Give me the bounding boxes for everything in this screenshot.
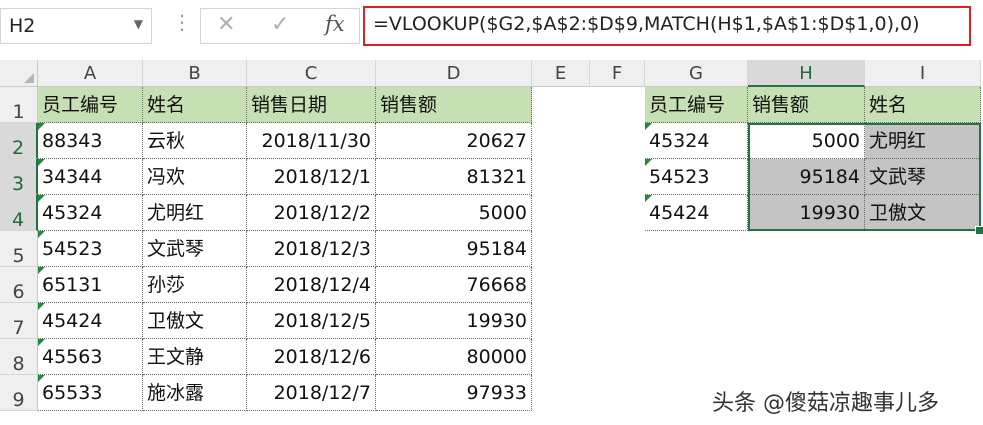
table1-cell[interactable]: 97933 [376, 375, 532, 411]
table2-header-cell[interactable]: 销售额 [748, 87, 865, 123]
row-header-3[interactable]: 3 [0, 159, 38, 195]
table1-cell[interactable]: 2018/12/1 [247, 159, 376, 195]
table1-cell[interactable]: 冯欢 [143, 159, 247, 195]
error-indicator-icon [645, 195, 652, 202]
table1-cell[interactable]: 2018/12/7 [247, 375, 376, 411]
table1-cell[interactable]: 施冰露 [143, 375, 247, 411]
row-header-7[interactable]: 7 [0, 303, 38, 339]
row-header-6[interactable]: 6 [0, 267, 38, 303]
error-indicator-icon [38, 123, 45, 130]
table2-cell[interactable]: 54523 [645, 159, 748, 195]
error-indicator-icon [38, 303, 45, 310]
table2-header-cell[interactable]: 员工编号 [645, 87, 748, 123]
row-header-9[interactable]: 9 [0, 375, 38, 411]
row-header-5[interactable]: 5 [0, 231, 38, 267]
table2-cell[interactable]: 45424 [645, 195, 748, 231]
column-header-e[interactable]: E [532, 60, 590, 87]
watermark: 头条 @傻菇凉趣事儿多 [712, 391, 939, 416]
column-header-h[interactable]: H [748, 60, 865, 87]
column-header-b[interactable]: B [143, 60, 247, 87]
error-indicator-icon [38, 231, 45, 238]
table1-cell[interactable]: 2018/12/2 [247, 195, 376, 231]
row-header-1[interactable]: 1 [0, 87, 38, 123]
table1-cell[interactable]: 45563 [38, 339, 143, 375]
table1-cell[interactable]: 2018/12/3 [247, 231, 376, 267]
column-header-a[interactable]: A [38, 60, 143, 87]
table2-header-cell[interactable]: 姓名 [865, 87, 981, 123]
row-header-8[interactable]: 8 [0, 339, 38, 375]
table1-cell[interactable]: 文武琴 [143, 231, 247, 267]
table1-cell[interactable]: 孙莎 [143, 267, 247, 303]
table1-cell[interactable]: 88343 [38, 123, 143, 159]
table1-cell[interactable]: 45424 [38, 303, 143, 339]
table1-cell[interactable]: 34344 [38, 159, 143, 195]
column-header-d[interactable]: D [376, 60, 532, 87]
table2-cell[interactable]: 95184 [748, 159, 865, 195]
table1-cell[interactable]: 20627 [376, 123, 532, 159]
error-indicator-icon [645, 159, 652, 166]
row-header-2[interactable]: 2 [0, 123, 38, 159]
table1-cell[interactable]: 2018/12/5 [247, 303, 376, 339]
error-indicator-icon [645, 123, 652, 130]
error-indicator-icon [38, 267, 45, 274]
table2-cell[interactable]: 卫傲文 [865, 195, 981, 231]
spreadsheet-grid: A B C D E F G H I 1 2 3 4 5 6 7 8 9 员工编号 姓名 销售日期 销售额 88343 云秋 20… [0, 0, 983, 425]
table1-cell[interactable]: 2018/12/4 [247, 267, 376, 303]
table1-cell[interactable]: 2018/11/30 [247, 123, 376, 159]
column-header-i[interactable]: I [865, 60, 981, 87]
table1-cell[interactable]: 65533 [38, 375, 143, 411]
table1-cell[interactable]: 王文静 [143, 339, 247, 375]
table2-cell[interactable]: 19930 [748, 195, 865, 231]
table2-cell[interactable]: 尤明红 [865, 123, 981, 159]
table1-cell[interactable]: 19930 [376, 303, 532, 339]
table1-cell[interactable]: 尤明红 [143, 195, 247, 231]
table2-cell[interactable]: 文武琴 [865, 159, 981, 195]
active-cell[interactable]: 5000 [748, 123, 865, 159]
table1-cell[interactable]: 81321 [376, 159, 532, 195]
table1-cell[interactable]: 54523 [38, 231, 143, 267]
table1-cell[interactable]: 80000 [376, 339, 532, 375]
column-header-c[interactable]: C [247, 60, 376, 87]
error-indicator-icon [38, 375, 45, 382]
error-indicator-icon [38, 339, 45, 346]
table1-cell[interactable]: 95184 [376, 231, 532, 267]
table1-header-cell[interactable]: 姓名 [143, 87, 247, 123]
table1-header-cell[interactable]: 销售额 [376, 87, 532, 123]
table1-cell[interactable]: 云秋 [143, 123, 247, 159]
table1-cell[interactable]: 65131 [38, 267, 143, 303]
table1-cell[interactable]: 45324 [38, 195, 143, 231]
table1-cell[interactable]: 2018/12/6 [247, 339, 376, 375]
error-indicator-icon [38, 159, 45, 166]
column-header-g[interactable]: G [645, 60, 748, 87]
table1-cell[interactable]: 76668 [376, 267, 532, 303]
table2-cell[interactable]: 45324 [645, 123, 748, 159]
column-header-f[interactable]: F [590, 60, 645, 87]
table1-cell[interactable]: 5000 [376, 195, 532, 231]
table1-header-cell[interactable]: 员工编号 [38, 87, 143, 123]
table1-header-cell[interactable]: 销售日期 [247, 87, 376, 123]
error-indicator-icon [38, 195, 45, 202]
table1-cell[interactable]: 卫傲文 [143, 303, 247, 339]
fill-handle[interactable] [975, 226, 983, 235]
row-header-4[interactable]: 4 [0, 195, 38, 231]
select-all-corner[interactable] [0, 60, 38, 87]
